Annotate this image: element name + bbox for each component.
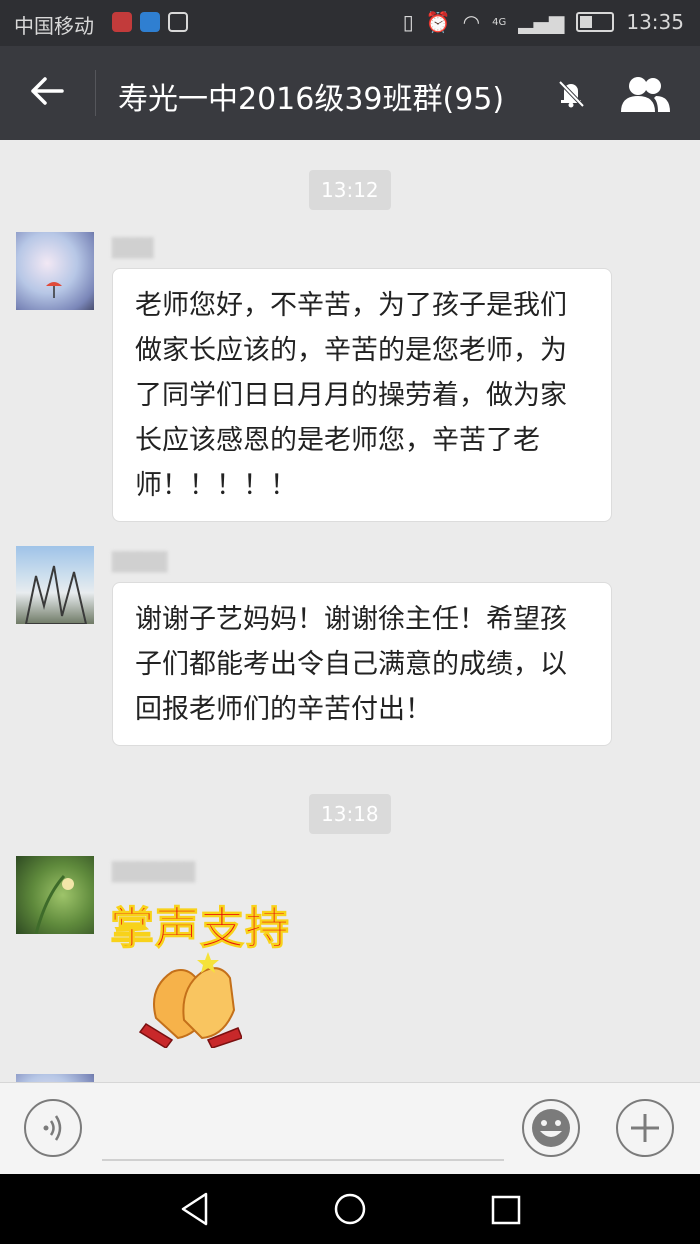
alarm-icon: ⏰ (425, 10, 451, 34)
message-bubble[interactable]: 谢谢子艺妈妈！谢谢徐主任！希望孩子们都能考出令自己满意的成绩，以回报老师们的辛苦… (112, 582, 612, 746)
sticker-caption: 掌声支持 (110, 903, 290, 955)
sender-name-blurred: ████ (112, 552, 168, 573)
app-notification-icon (168, 12, 188, 32)
wifi-icon: ◠ (462, 10, 481, 34)
status-bar: 中国移动 ▯ ⏰ ◠ 4G ▂▄▆ 13:35 (0, 0, 700, 46)
group-title: 寿光一中2016级39班群(95) (118, 82, 505, 117)
signal-icon: ▂▄▆ (518, 10, 565, 34)
sender-name-blurred: ██████ (112, 862, 196, 883)
notification-icons (112, 12, 188, 32)
nav-home-icon[interactable] (333, 1192, 367, 1230)
app-notification-icon (112, 12, 132, 32)
emoji-button[interactable] (522, 1099, 580, 1157)
system-nav-bar (0, 1174, 700, 1244)
muted-bell-icon (556, 78, 586, 112)
add-more-button[interactable] (616, 1099, 674, 1157)
voice-button[interactable] (24, 1099, 82, 1157)
chat-header: 寿光一中2016级39班群(95) (0, 46, 700, 140)
avatar[interactable] (16, 856, 94, 934)
nav-back-icon[interactable] (178, 1191, 212, 1231)
clock: 13:35 (626, 10, 684, 34)
timestamp: 13:18 (309, 794, 391, 834)
app-notification-icon (140, 12, 160, 32)
avatar[interactable] (16, 232, 94, 310)
message-bubble[interactable]: 老师您好，不辛苦，为了孩子是我们做家长应该的，辛苦的是您老师，为了同学们日日月月… (112, 268, 612, 522)
network-type: 4G (492, 16, 507, 28)
message-text: 谢谢子艺妈妈！谢谢徐主任！希望孩子们都能考出令自己满意的成绩，以回报老师们的辛苦… (135, 604, 567, 725)
header-divider (95, 70, 96, 116)
clapping-hands-sticker[interactable] (138, 948, 243, 1049)
battery-icon (576, 12, 615, 32)
chat-area[interactable]: 13:12 ███ 老师您好，不辛苦，为了孩子是我们做家长应该的，辛苦的是您老师… (0, 140, 700, 1082)
nav-recents-icon[interactable] (490, 1194, 522, 1230)
timestamp: 13:12 (309, 170, 391, 210)
back-arrow-icon[interactable] (30, 76, 64, 112)
vibrate-icon: ▯ (402, 10, 414, 34)
avatar[interactable] (16, 546, 94, 624)
avatar[interactable] (16, 1074, 94, 1082)
carrier-label: 中国移动 (14, 14, 94, 38)
group-members-icon[interactable] (618, 74, 672, 118)
status-right: ▯ ⏰ ◠ 4G ▂▄▆ 13:35 (403, 10, 684, 34)
message-input[interactable] (102, 1159, 504, 1161)
input-bar (0, 1082, 700, 1175)
sender-name-blurred: ███ (112, 238, 154, 259)
message-text: 老师您好，不辛苦，为了孩子是我们做家长应该的，辛苦的是您老师，为了同学们日日月月… (135, 290, 567, 501)
